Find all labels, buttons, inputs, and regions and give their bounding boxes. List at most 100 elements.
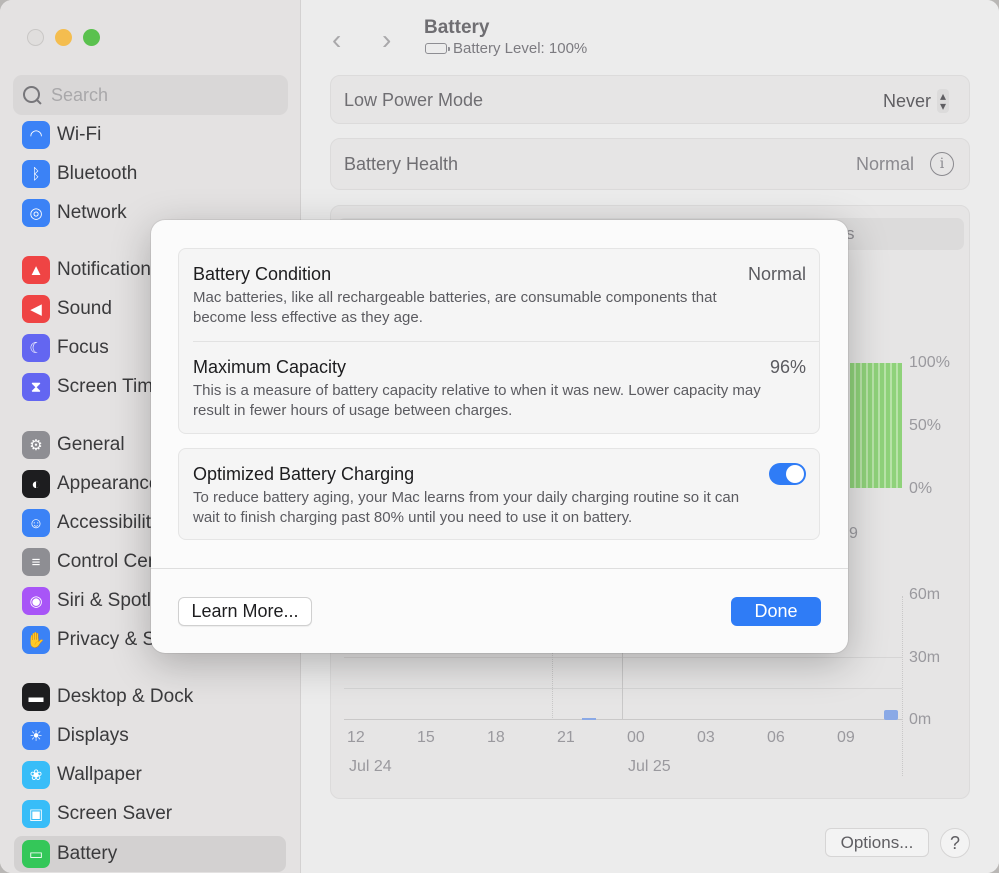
sidebar-item-wallpaper[interactable]: ❀ Wallpaper <box>14 757 286 793</box>
battery-health-label: Battery Health <box>344 154 459 174</box>
sidebar-item-label: General <box>57 434 125 455</box>
optimized-charging-description: To reduce battery aging, your Mac learns… <box>193 489 740 526</box>
back-chevron-icon[interactable]: ‹ <box>332 24 341 56</box>
sidebar-item-label: Displays <box>57 725 129 746</box>
sidebar-item-label: Network <box>57 202 127 223</box>
gear-icon: ⚙ <box>22 431 50 459</box>
settings-window: ◠ Wi-Fi ᛒ Bluetooth ◎ Network ▲ Notifications ◀ S… <box>0 0 999 873</box>
divider <box>193 341 819 342</box>
speaker-icon: ◀ <box>22 295 50 323</box>
info-icon[interactable]: i <box>930 152 954 176</box>
traffic-lights <box>27 29 100 46</box>
time-tick-label: 15 <box>417 729 435 746</box>
learn-more-button[interactable]: Learn More... <box>178 597 312 626</box>
battery-condition-value: Normal <box>747 264 806 284</box>
page-subtitle: Battery Level: 100% <box>425 40 587 57</box>
date-label: Jul 25 <box>628 758 671 775</box>
battery-health-value: Normal <box>855 154 914 174</box>
low-power-mode-popup[interactable]: Never ▴ ▾ <box>883 89 949 113</box>
forward-chevron-icon[interactable]: › <box>382 24 391 56</box>
search-field[interactable] <box>13 75 288 115</box>
battery-condition-card: Battery Condition Normal Mac batteries, … <box>178 248 820 434</box>
time-tick-label: 03 <box>697 729 715 746</box>
close-window-button[interactable] <box>27 29 44 46</box>
search-input[interactable] <box>51 84 271 106</box>
usage-bar <box>884 710 898 720</box>
level-axis-label: 50% <box>909 417 942 434</box>
hand-icon: ✋ <box>22 626 50 654</box>
updown-chevron-icon: ▴ ▾ <box>936 89 949 113</box>
usage-axis-label: 0m <box>909 711 932 728</box>
sidebar-item-label: Wi-Fi <box>57 124 102 145</box>
appearance-icon: ◐ <box>22 470 50 498</box>
level-axis-label: 100% <box>909 354 950 371</box>
globe-icon: ◎ <box>22 199 50 227</box>
battery-health-row: Battery Health Normal i <box>330 138 970 190</box>
flower-icon: ❀ <box>22 761 50 789</box>
sidebar-item-displays[interactable]: ☀ Displays <box>14 718 286 754</box>
low-power-mode-row: Low Power Mode Never ▴ ▾ <box>330 75 970 124</box>
done-button[interactable]: Done <box>731 597 821 626</box>
battery-condition-description: Mac batteries, like all rechargeable bat… <box>193 289 717 326</box>
time-tick-label: 00 <box>627 729 645 746</box>
sidebar-item-label: Accessibility <box>57 512 161 533</box>
time-tick-label: 06 <box>767 729 785 746</box>
options-button[interactable]: Options... <box>825 828 929 857</box>
optimized-charging-toggle[interactable] <box>769 463 806 485</box>
moon-icon: ☾ <box>22 334 50 362</box>
zoom-window-button[interactable] <box>83 29 100 46</box>
help-button[interactable]: ? <box>940 828 970 858</box>
usage-axis-label: 60m <box>909 586 941 603</box>
sidebar-item-label: Screen Saver <box>57 803 173 824</box>
wifi-icon: ◠ <box>22 121 50 149</box>
time-tick-label: 09 <box>837 729 855 746</box>
sidebar-item-label: Wallpaper <box>57 764 142 785</box>
sidebar-item-label: Battery <box>57 843 118 864</box>
control-centre-icon: ≡ <box>22 548 50 576</box>
maximum-capacity-description: This is a measure of battery capacity re… <box>193 382 761 419</box>
sidebar-item-label: Desktop & Dock <box>57 686 194 707</box>
sidebar-item-screen-saver[interactable]: ▣ Screen Saver <box>14 796 286 832</box>
battery-level-text: Battery Level: 100% <box>453 40 588 57</box>
bluetooth-icon: ᛒ <box>22 160 50 188</box>
maximum-capacity-value: 96% <box>769 357 806 377</box>
time-tick-label: 12 <box>347 729 365 746</box>
sidebar-item-desktop-dock[interactable]: ▬ Desktop & Dock <box>14 679 286 715</box>
bell-icon: ▲ <box>22 256 50 284</box>
sidebar-item-label: Screen Time <box>57 376 164 397</box>
optimized-charging-title: Optimized Battery Charging <box>193 464 415 484</box>
battery-health-dialog: Battery Condition Normal Mac batteries, … <box>151 220 848 653</box>
sidebar-item-label: Focus <box>57 337 109 358</box>
sidebar-item-battery[interactable]: ▭ Battery <box>14 836 286 872</box>
sidebar-item-label: Sound <box>57 298 112 319</box>
low-power-mode-label: Low Power Mode <box>344 90 484 110</box>
minimize-window-button[interactable] <box>55 29 72 46</box>
battery-condition-title: Battery Condition <box>193 264 332 284</box>
screensaver-icon: ▣ <box>22 800 50 828</box>
sidebar-item-label: Appearance <box>57 473 160 494</box>
search-icon <box>23 85 42 105</box>
usage-bar <box>582 718 596 720</box>
hourglass-icon: ⧗ <box>22 373 50 401</box>
dock-icon: ▬ <box>22 683 50 711</box>
sidebar-item-wi-fi[interactable]: ◠ Wi-Fi <box>14 117 286 153</box>
time-tick-label: 18 <box>487 729 505 746</box>
level-axis-label: 0% <box>909 480 933 497</box>
battery-icon: ▭ <box>22 840 50 868</box>
battery-level-icon <box>425 43 450 54</box>
optimized-charging-card: Optimized Battery Charging To reduce bat… <box>178 448 820 540</box>
page-title: Battery <box>424 17 490 38</box>
maximum-capacity-title: Maximum Capacity <box>193 357 347 377</box>
accessibility-icon: ☺ <box>22 509 50 537</box>
date-label: Jul 24 <box>349 758 392 775</box>
sun-icon: ☀ <box>22 722 50 750</box>
usage-axis-label: 30m <box>909 649 941 666</box>
sidebar-item-label: Notifications <box>57 259 161 280</box>
level-time-label: 9 <box>849 525 858 542</box>
sidebar-item-label: Bluetooth <box>57 163 138 184</box>
sidebar-item-bluetooth[interactable]: ᛒ Bluetooth <box>14 156 286 192</box>
low-power-mode-value: Never <box>882 90 931 111</box>
battery-level-bars <box>850 363 902 488</box>
time-tick-label: 21 <box>557 729 575 746</box>
siri-icon: ◉ <box>22 587 50 615</box>
